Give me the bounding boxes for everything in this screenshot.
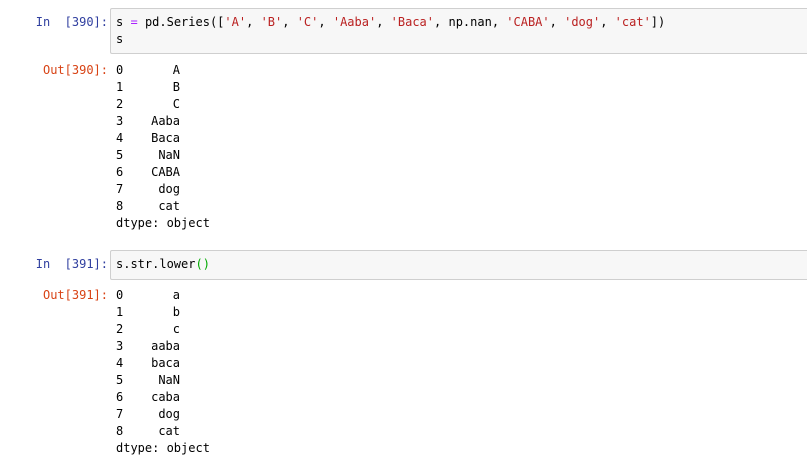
series-row: 4 Baca xyxy=(116,130,210,147)
series-index: 4 xyxy=(116,131,124,145)
series-row: 5 NaN xyxy=(116,147,210,164)
series-index: 4 xyxy=(116,356,124,370)
series-row: 1B xyxy=(116,79,210,96)
series-index: 1 xyxy=(116,80,124,94)
series-value: baca xyxy=(151,356,180,370)
code-string: 'A' xyxy=(224,15,247,29)
code-paren: () xyxy=(195,257,210,271)
code-cell-391[interactable]: In [391]: s.str.lower() Out[391]: 0a1b2c… xyxy=(0,250,807,467)
series-row: 3 aaba xyxy=(116,338,210,355)
code-input-area[interactable]: s.str.lower() xyxy=(110,250,807,280)
series-index: 5 xyxy=(116,148,124,162)
series-index: 3 xyxy=(116,114,124,128)
series-dtype: dtype: object xyxy=(116,441,210,455)
series-index: 8 xyxy=(116,424,124,438)
series-value: B xyxy=(172,80,180,94)
code-cell-390[interactable]: In [390]: s = pd.Series(['A', 'B', 'C', … xyxy=(0,8,807,238)
output-prompt: Out[391]: xyxy=(42,288,108,302)
series-row: 0A xyxy=(116,62,210,79)
series-value: Baca xyxy=(151,131,180,145)
series-index: 0 xyxy=(116,288,124,302)
series-index: 2 xyxy=(116,97,124,111)
series-row: 6 caba xyxy=(116,389,210,406)
series-value: C xyxy=(172,97,180,111)
series-row: 7 dog xyxy=(116,181,210,198)
series-row: 8 cat xyxy=(116,198,210,215)
code-operator: = xyxy=(130,15,138,29)
series-index: 8 xyxy=(116,199,124,213)
series-row: 2C xyxy=(116,96,210,113)
series-value: a xyxy=(172,288,180,302)
series-row: 5 NaN xyxy=(116,372,210,389)
code-line: s = pd.Series(['A', 'B', 'C', 'Aaba', 'B… xyxy=(116,15,666,29)
code-string: 'dog' xyxy=(564,15,601,29)
series-dtype: dtype: object xyxy=(116,216,210,230)
series-value: dog xyxy=(158,182,180,196)
series-index: 0 xyxy=(116,63,124,77)
series-index: 7 xyxy=(116,407,124,421)
series-value: dog xyxy=(158,407,180,421)
series-row: 3 Aaba xyxy=(116,113,210,130)
series-value: NaN xyxy=(158,148,180,162)
output-prompt: Out[390]: xyxy=(42,63,108,77)
series-value: aaba xyxy=(151,339,180,353)
series-value: cat xyxy=(158,199,180,213)
code-string: 'cat' xyxy=(614,15,651,29)
output-area: 0 A 1 B 2 C 3 Aaba 4 Baca 5 NaN 6 CABA 7 dog 8 cat dtype: … xyxy=(116,62,210,232)
code-string: 'Aaba' xyxy=(332,15,377,29)
code-line: s xyxy=(116,32,124,46)
series-index: 2 xyxy=(116,322,124,336)
series-value: CABA xyxy=(151,165,180,179)
code-token: pd.Series([ xyxy=(144,15,225,29)
input-prompt: In [390]: xyxy=(35,15,108,29)
series-row: 6 CABA xyxy=(116,164,210,181)
code-token: np.nan xyxy=(448,15,492,29)
code-input-area[interactable]: s = pd.Series(['A', 'B', 'C', 'Aaba', 'B… xyxy=(110,8,807,54)
series-index: 6 xyxy=(116,165,124,179)
series-index: 3 xyxy=(116,339,124,353)
series-row: 4 baca xyxy=(116,355,210,372)
code-token: s.str.lower xyxy=(116,257,196,271)
series-row: 8 cat xyxy=(116,423,210,440)
series-value: NaN xyxy=(158,373,180,387)
series-index: 7 xyxy=(116,182,124,196)
series-index: 6 xyxy=(116,390,124,404)
series-row: 2c xyxy=(116,321,210,338)
series-value: b xyxy=(172,305,180,319)
code-line: s.str.lower() xyxy=(116,256,803,273)
series-row: 0a xyxy=(116,287,210,304)
output-area: 0 a 1 b 2 c 3 aaba 4 baca 5 NaN 6 caba 7 dog 8 cat dtype: … xyxy=(116,287,210,457)
code-string: 'B' xyxy=(260,15,283,29)
series-value: Aaba xyxy=(151,114,180,128)
input-prompt: In [391]: xyxy=(35,257,108,271)
series-row: 7 dog xyxy=(116,406,210,423)
code-string: 'C' xyxy=(296,15,319,29)
code-string: 'CABA' xyxy=(506,15,550,29)
series-value: c xyxy=(172,322,180,336)
code-string: 'Baca' xyxy=(390,15,435,29)
code-token: s xyxy=(116,15,124,29)
series-value: A xyxy=(172,63,180,77)
series-index: 5 xyxy=(116,373,124,387)
series-value: caba xyxy=(151,390,180,404)
series-index: 1 xyxy=(116,305,124,319)
series-row: 1b xyxy=(116,304,210,321)
code-token: ]) xyxy=(650,15,666,29)
series-value: cat xyxy=(158,424,180,438)
